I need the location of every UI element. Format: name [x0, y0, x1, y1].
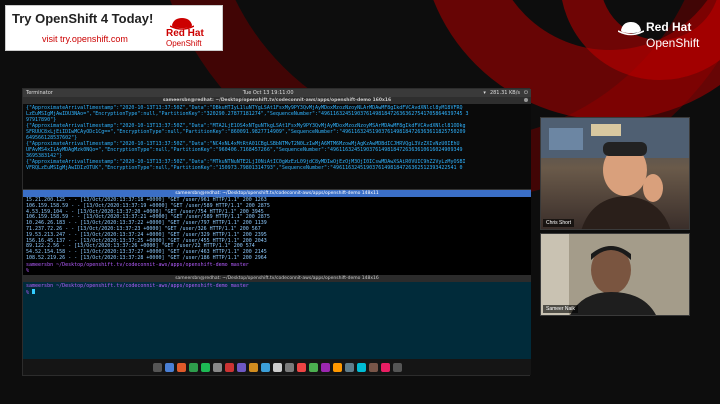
logo-text-redhat: Red Hat — [166, 28, 204, 39]
terminal-titlebar[interactable]: sameersbn@redhat: ~/Desktop/openshift.tv… — [23, 97, 531, 104]
dock-app-icon[interactable] — [332, 362, 342, 372]
output-line: UFAvMS4xIiAyMDAgMzk0NQo=","EncryptionTyp… — [26, 147, 463, 153]
output-line: SFRUUC8xLjEiIDIwMCAyODc1Cg==","Encryptio… — [26, 129, 466, 135]
text-cursor — [32, 289, 36, 294]
terminal-output: sameersbn ~/Desktop/openshift.tv/codecon… — [23, 282, 531, 297]
terminal-title: sameersbn@redhat: ~/Desktop/openshift.tv… — [175, 276, 379, 281]
dock-app-icon[interactable] — [236, 362, 246, 372]
shell-prompt-input[interactable]: % — [26, 268, 528, 274]
dock-app-icon[interactable] — [176, 362, 186, 372]
redhat-openshift-logo: Red Hat OpenShift — [166, 14, 222, 48]
terminal-kinesis-records[interactable]: sameersbn@redhat: ~/Desktop/openshift.tv… — [23, 97, 531, 197]
terminal-access-log[interactable]: sameersbn@redhat: ~/Desktop/openshift.tv… — [23, 189, 531, 275]
webcam-name-label: Chris Short — [543, 219, 575, 227]
shell-prompt-input[interactable]: % — [26, 289, 528, 296]
dock-app-icon[interactable] — [272, 362, 282, 372]
corner-redhat-openshift-logo: Red Hat OpenShift — [618, 14, 710, 50]
clock[interactable]: Tue Oct 13 19:11:00 — [243, 90, 294, 96]
logo-text-openshift: OpenShift — [166, 39, 202, 48]
dock-app-icon[interactable] — [344, 362, 354, 372]
webcam-sameer-naik: Sameer Naik — [540, 233, 690, 316]
terminal-titlebar[interactable]: sameersbn@redhat: ~/Desktop/openshift.tv… — [23, 190, 531, 197]
dock-app-icon[interactable] — [320, 362, 330, 372]
dock-app-icon[interactable] — [308, 362, 318, 372]
corner-logo-text-openshift: OpenShift — [646, 36, 700, 50]
terminal-idle[interactable]: sameersbn@redhat: ~/Desktop/openshift.tv… — [23, 275, 531, 359]
dock-app-icon[interactable] — [152, 362, 162, 372]
dock-app-icon[interactable] — [392, 362, 402, 372]
desktop-top-bar: Terminator Tue Oct 13 19:11:00 ▾ 281.31 … — [23, 89, 531, 97]
terminal-title: sameersbn@redhat: ~/Desktop/openshift.tv… — [175, 191, 379, 196]
dock-app-icon[interactable] — [380, 362, 390, 372]
prompt-text: sameersbn ~/Desktop/openshift.tv/codecon… — [26, 261, 249, 268]
network-speed: 281.31 KB/s — [489, 90, 521, 96]
webcam-feed-image — [541, 118, 689, 229]
corner-logo-text-redhat: Red Hat — [646, 20, 692, 34]
power-icon[interactable]: ⏻ — [524, 90, 528, 96]
webcam-feed-image — [541, 234, 689, 315]
dock-app-icon[interactable] — [260, 362, 270, 372]
dock-app-icon[interactable] — [200, 362, 210, 372]
prompt-symbol: % — [26, 267, 30, 274]
promo-banner[interactable]: Try OpenShift 4 Today! visit try.openshi… — [5, 5, 223, 51]
redhat-hat-icon — [618, 22, 644, 36]
promo-title: Try OpenShift 4 Today! — [12, 11, 154, 26]
dock-app-icon[interactable] — [188, 362, 198, 372]
terminal-titlebar[interactable]: sameersbn@redhat: ~/Desktop/openshift.tv… — [23, 275, 531, 282]
dock-app-icon[interactable] — [164, 362, 174, 372]
system-tray: ▾ 281.31 KB/s ⏻ — [483, 90, 528, 96]
shared-desktop: Terminator Tue Oct 13 19:11:00 ▾ 281.31 … — [22, 88, 531, 376]
terminal-output: {"ApproximateArrivalTimestamp":"2020-10-… — [23, 104, 531, 172]
dock-app-icon[interactable] — [368, 362, 378, 372]
webcam-chris-short: Chris Short — [540, 117, 690, 230]
terminal-title: sameersbn@redhat: ~/Desktop/openshift.tv… — [162, 98, 392, 103]
prompt-text: sameersbn ~/Desktop/openshift.tv/codecon… — [26, 283, 249, 289]
output-line: VFRQLzEuMSIgMjAwIDIzOTUK","EncryptionTyp… — [26, 165, 463, 171]
dock-app-icon[interactable] — [224, 362, 234, 372]
application-dock — [23, 359, 531, 375]
output-line: LzEuMSIgMjAwIDU3NAo=","EncryptionType":n… — [26, 111, 469, 117]
app-menu-terminator[interactable]: Terminator — [26, 90, 53, 96]
dock-app-icon[interactable] — [212, 362, 222, 372]
promo-link[interactable]: visit try.openshift.com — [42, 34, 128, 44]
tray-menu-icon[interactable]: ▾ — [483, 90, 486, 96]
webcam-name-label: Sameer Naik — [543, 305, 578, 313]
dock-app-icon[interactable] — [248, 362, 258, 372]
dock-app-icon[interactable] — [356, 362, 366, 372]
dock-app-icon[interactable] — [296, 362, 306, 372]
dock-app-icon[interactable] — [284, 362, 294, 372]
close-icon[interactable] — [524, 98, 528, 102]
stream-frame: Try OpenShift 4 Today! visit try.openshi… — [0, 0, 720, 404]
terminal-output: 15.21.200.125 - - [13/Oct/2020:13:37:18 … — [23, 197, 531, 275]
